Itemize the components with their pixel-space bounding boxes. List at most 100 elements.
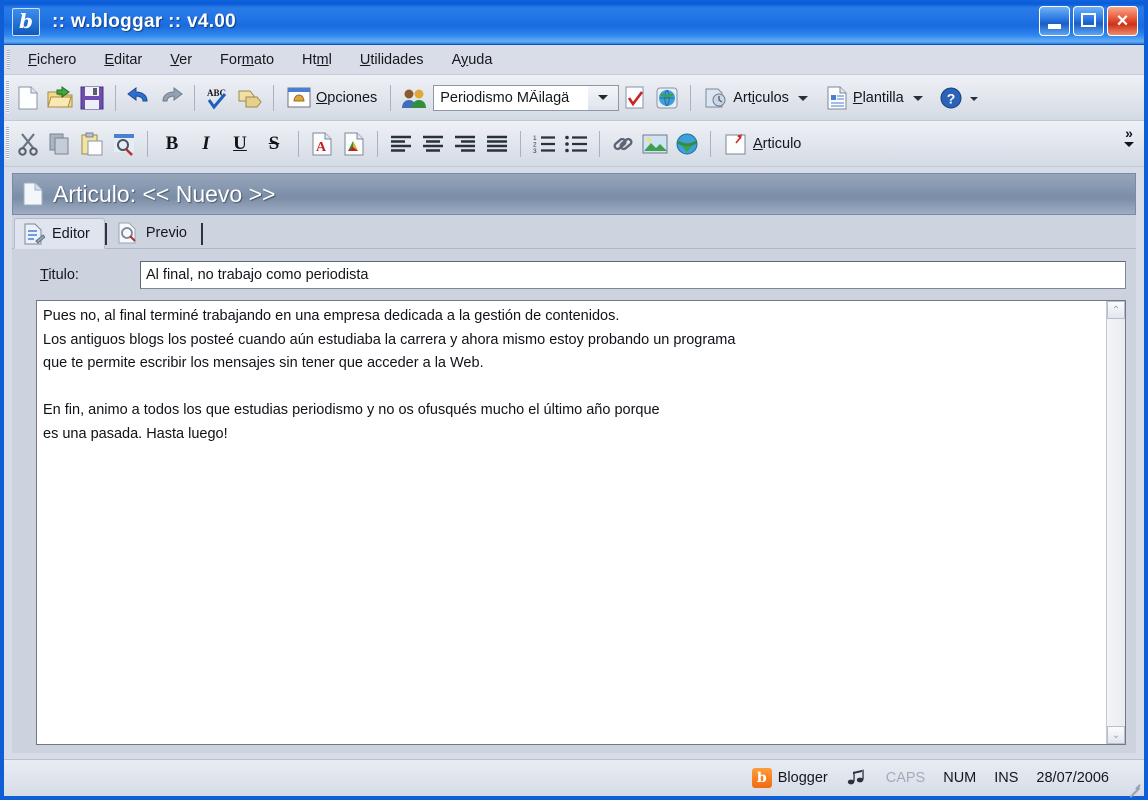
template-button[interactable]: Plantilla	[820, 82, 935, 114]
tab-previo-label: Previo	[145, 225, 187, 241]
cut-button[interactable]	[12, 128, 44, 160]
menu-item-formato[interactable]: Formato	[206, 49, 288, 71]
blog-select-value: Periodismo MÃilagä	[440, 89, 570, 106]
post-article-label: Articulo	[753, 135, 802, 152]
status-ins: INS	[994, 770, 1019, 786]
application-window: b :: w.bloggar :: v4.00 × Fichero Editar…	[0, 0, 1148, 800]
vertical-scrollbar[interactable]: ⌃ ⌄	[1106, 301, 1125, 744]
tab-previo[interactable]: Previo	[109, 218, 201, 248]
close-icon: ×	[1116, 10, 1129, 32]
post-article-button[interactable]: Articulo	[718, 128, 807, 160]
spellcheck-button[interactable]: ABC	[202, 82, 234, 114]
tags-button[interactable]	[234, 82, 266, 114]
open-file-button[interactable]	[44, 82, 76, 114]
image-button[interactable]	[639, 128, 671, 160]
status-caps: CAPS	[885, 770, 926, 786]
redo-button[interactable]	[155, 82, 187, 114]
accounts-icon[interactable]	[398, 82, 430, 114]
menu-item-editar[interactable]: Editar	[90, 49, 156, 71]
articles-button[interactable]: Articulos	[698, 82, 820, 114]
title-bar: b :: w.bloggar :: v4.00 ×	[4, 0, 1144, 45]
minimize-button[interactable]	[1039, 6, 1070, 36]
body-text[interactable]: Pues no, al final terminé trabajando en …	[37, 301, 1106, 744]
status-service[interactable]: b Blogger	[743, 768, 837, 788]
title-field-label: Titulo:	[40, 266, 79, 283]
toolbar-separator	[194, 84, 195, 111]
menu-bar: Fichero Editar Ver Formato Html Utilidad…	[4, 45, 1144, 75]
toolbar-separator	[599, 130, 600, 157]
check-post-button[interactable]	[619, 82, 651, 114]
svg-text:3: 3	[533, 148, 537, 154]
save-button[interactable]	[76, 82, 108, 114]
bold-button[interactable]: B	[155, 128, 189, 160]
articles-label: Articulos	[733, 89, 789, 106]
ordered-list-button[interactable]: 123	[528, 128, 560, 160]
toolbar-separator	[377, 130, 378, 157]
scroll-down-button[interactable]: ⌄	[1107, 726, 1125, 744]
tab-editor[interactable]: Editor	[14, 218, 105, 249]
help-button[interactable]: ?	[935, 82, 967, 114]
status-service-label: Blogger	[777, 770, 828, 786]
status-date: 28/07/2006	[1036, 770, 1109, 786]
status-sound[interactable]	[837, 768, 877, 788]
options-button[interactable]: Opciones	[281, 82, 383, 114]
title-row: Titulo: Al final, no trabajo como period…	[18, 259, 1130, 290]
align-left-button[interactable]	[385, 128, 417, 160]
status-bar: b Blogger CAPS NUM INS 28/07/2006	[4, 759, 1144, 798]
app-icon[interactable]: b	[12, 8, 40, 36]
toolbar-separator	[390, 84, 392, 111]
menu-item-fichero[interactable]: Fichero	[14, 49, 90, 71]
strikethrough-button[interactable]: S	[257, 128, 291, 160]
document-icon	[23, 182, 43, 206]
paste-button[interactable]	[76, 128, 108, 160]
new-post-button[interactable]	[12, 82, 44, 114]
toolbar-separator	[273, 84, 274, 111]
copy-button[interactable]	[44, 128, 76, 160]
publish-button[interactable]	[651, 82, 683, 114]
blog-select[interactable]: Periodismo MÃilagä	[433, 84, 620, 111]
italic-button[interactable]: I	[189, 128, 223, 160]
svg-text:A: A	[316, 140, 327, 155]
undo-button[interactable]	[123, 82, 155, 114]
toolbar-separator	[690, 84, 692, 111]
align-right-button[interactable]	[449, 128, 481, 160]
link-button[interactable]	[607, 128, 639, 160]
tab-divider	[104, 223, 107, 245]
toolbar-separator	[115, 84, 116, 111]
toolbar-separator	[147, 130, 148, 157]
underline-button[interactable]: U	[223, 128, 257, 160]
preview-icon	[118, 222, 136, 244]
align-center-button[interactable]	[417, 128, 449, 160]
resize-grip[interactable]	[1125, 778, 1141, 798]
music-note-icon	[847, 769, 864, 785]
tab-strip: Editor Previo	[12, 215, 1136, 249]
maximize-button[interactable]	[1073, 6, 1104, 36]
body-editor[interactable]: Pues no, al final terminé trabajando en …	[36, 300, 1126, 745]
section-header: Articulo: << Nuevo >>	[12, 173, 1136, 215]
toolbar-separator	[298, 130, 299, 157]
unordered-list-button[interactable]	[560, 128, 592, 160]
menu-item-ayuda[interactable]: Ayuda	[438, 49, 507, 71]
font-color-button[interactable]: A	[306, 128, 338, 160]
status-num: NUM	[943, 770, 977, 786]
chevron-down-icon[interactable]	[797, 96, 808, 101]
background-color-button[interactable]	[338, 128, 370, 160]
toolbar-overflow-button[interactable]: »	[1120, 126, 1138, 147]
template-label: Plantilla	[852, 89, 904, 106]
upload-button[interactable]	[671, 128, 703, 160]
title-input[interactable]: Al final, no trabajo como periodista	[140, 260, 1126, 289]
tab-divider	[201, 223, 203, 245]
menu-item-ver[interactable]: Ver	[156, 49, 206, 71]
scroll-up-button[interactable]: ⌃	[1107, 301, 1125, 319]
help-chevron-down-icon[interactable]	[969, 96, 978, 101]
page-title: Articulo: << Nuevo >>	[53, 180, 276, 207]
chevron-down-icon[interactable]	[912, 96, 923, 101]
find-button[interactable]	[108, 128, 140, 160]
menu-item-html[interactable]: Html	[288, 49, 346, 71]
close-button[interactable]: ×	[1107, 6, 1138, 36]
align-justify-button[interactable]	[481, 128, 513, 160]
maximize-icon	[1081, 13, 1096, 27]
double-chevron-icon: »	[1125, 125, 1133, 141]
menu-item-utilidades[interactable]: Utilidades	[346, 49, 438, 71]
chevron-down-icon[interactable]	[588, 85, 619, 110]
